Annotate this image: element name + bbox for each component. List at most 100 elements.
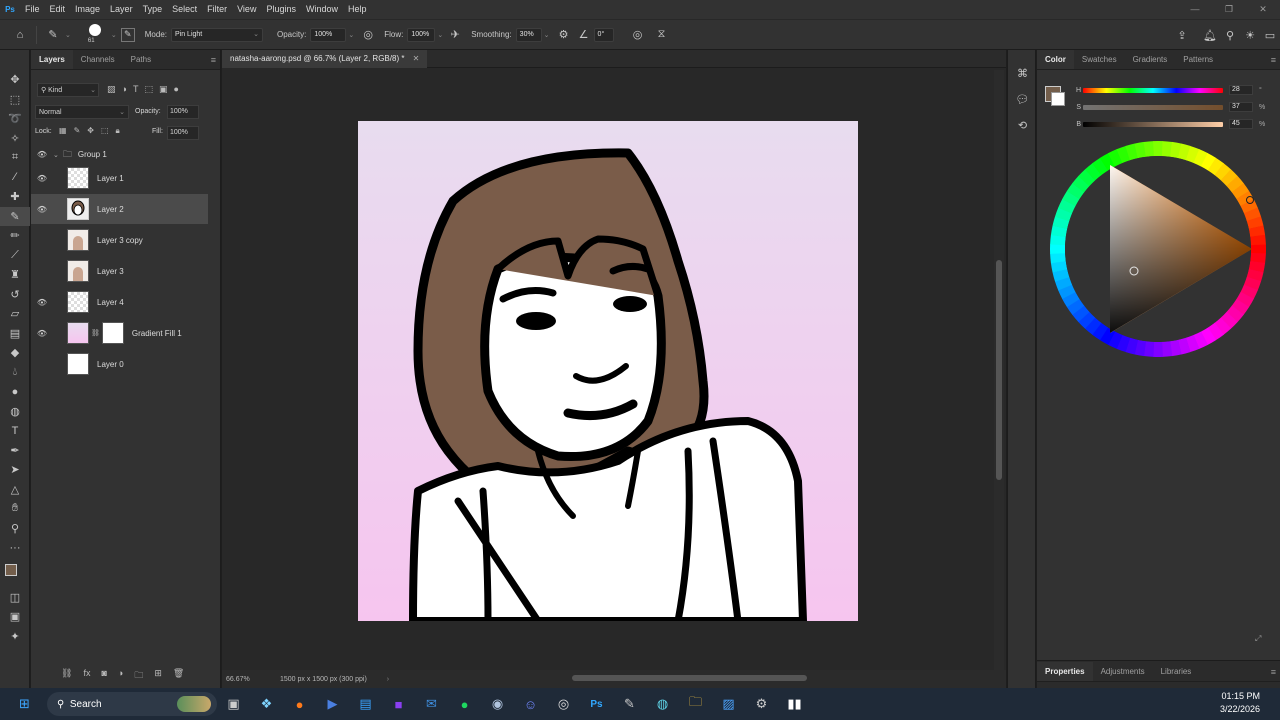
notepad-icon[interactable]: ▤ bbox=[349, 688, 382, 720]
visibility-eye-icon[interactable]: 👁︎ bbox=[31, 174, 53, 183]
layer-filter-dropdown[interactable]: ⚲ Kind ⌄ bbox=[37, 83, 99, 97]
menu-layer[interactable]: Layer bbox=[105, 0, 138, 19]
menu-edit[interactable]: Edit bbox=[45, 0, 71, 19]
tab-patterns[interactable]: Patterns bbox=[1175, 50, 1221, 69]
screen-mode-icon[interactable]: ▣ bbox=[0, 607, 30, 627]
hue-ring-segment[interactable] bbox=[1250, 244, 1266, 254]
tab-color[interactable]: Color bbox=[1037, 50, 1074, 69]
file-explorer-icon[interactable]: 🗀︎ bbox=[679, 688, 712, 720]
tab-swatches[interactable]: Swatches bbox=[1074, 50, 1125, 69]
menu-help[interactable]: Help bbox=[343, 0, 372, 19]
object-selection-tool-icon[interactable]: ✧ bbox=[0, 129, 30, 149]
color-swatches[interactable] bbox=[0, 558, 30, 588]
task-view-icon[interactable]: ▣ bbox=[217, 688, 250, 720]
vertical-scrollbar[interactable] bbox=[994, 70, 1004, 670]
document-info[interactable]: 1500 px x 1500 px (300 ppi) bbox=[280, 676, 367, 683]
tab-adjustments[interactable]: Adjustments bbox=[1093, 662, 1153, 681]
tab-gradients[interactable]: Gradients bbox=[1125, 50, 1176, 69]
bell-icon[interactable]: 🔔︎ bbox=[1200, 25, 1220, 45]
history-brush-tool-icon[interactable]: ↺ bbox=[0, 285, 30, 305]
hue-ring-segment[interactable] bbox=[1050, 244, 1066, 254]
steam-icon[interactable]: ◉ bbox=[481, 688, 514, 720]
paint-bucket-tool-icon[interactable]: ◆ bbox=[0, 343, 30, 363]
pen-tablet-icon[interactable]: ✎ bbox=[613, 688, 646, 720]
photos-icon[interactable]: ▨ bbox=[712, 688, 745, 720]
brush-tool-icon[interactable]: ✎ bbox=[0, 206, 30, 226]
layer-row-layer-1[interactable]: 👁︎ Layer 1 bbox=[31, 163, 208, 193]
tab-libraries[interactable]: Libraries bbox=[1153, 662, 1200, 681]
layer-row-layer-4[interactable]: 👁︎ Layer 4 bbox=[31, 287, 208, 317]
brush-settings-icon[interactable]: ✎ bbox=[120, 27, 135, 42]
new-group-icon[interactable]: 🗀︎ bbox=[134, 668, 143, 684]
lock-position-icon[interactable]: ✥ bbox=[87, 126, 94, 136]
visibility-eye-icon[interactable]: 👁︎ bbox=[31, 329, 53, 338]
menu-select[interactable]: Select bbox=[167, 0, 202, 19]
adjustment-filter-icon[interactable]: ◑ bbox=[122, 84, 127, 95]
chevron-down-icon[interactable]: ⌄ bbox=[111, 31, 117, 39]
fill-field[interactable]: 100% bbox=[167, 126, 199, 140]
move-tool-icon[interactable]: ✥ bbox=[0, 70, 30, 90]
lasso-tool-icon[interactable]: ➰ bbox=[0, 109, 30, 129]
add-mask-icon[interactable]: ◙ bbox=[101, 668, 106, 684]
eraser-tool-icon[interactable]: ▱ bbox=[0, 304, 30, 324]
link-icon[interactable]: ⛓ bbox=[91, 329, 100, 337]
shape-tool-icon[interactable]: △ bbox=[0, 480, 30, 500]
delete-layer-icon[interactable]: 🗑︎ bbox=[173, 668, 184, 684]
menu-plugins[interactable]: Plugins bbox=[261, 0, 301, 19]
visibility-eye-icon[interactable]: 👁︎ bbox=[31, 150, 53, 159]
angle-field[interactable]: 0° bbox=[593, 27, 614, 42]
panel-menu-icon[interactable]: ≡ bbox=[211, 55, 216, 65]
taskbar-clock[interactable]: 01:15 PM 3/22/2026 bbox=[1220, 690, 1260, 716]
tab-properties[interactable]: Properties bbox=[1037, 662, 1093, 681]
panel-menu-icon[interactable]: ≡ bbox=[1271, 55, 1276, 65]
smart-object-filter-icon[interactable]: ▣ bbox=[159, 84, 168, 95]
menu-file[interactable]: File bbox=[20, 0, 45, 19]
dodge-tool-icon[interactable]: ● bbox=[0, 382, 30, 402]
pressure-size-icon[interactable]: ◎ bbox=[628, 25, 648, 45]
generate-icon[interactable]: ✦ bbox=[0, 627, 30, 647]
canvas[interactable] bbox=[358, 121, 858, 621]
tab-channels[interactable]: Channels bbox=[73, 50, 123, 69]
chevron-down-icon[interactable]: ⌄ bbox=[348, 31, 354, 39]
video-editor-icon[interactable]: ■ bbox=[382, 688, 415, 720]
obs-icon[interactable]: ◎ bbox=[547, 688, 580, 720]
blur-tool-icon[interactable]: 💧︎ bbox=[0, 363, 30, 383]
marquee-tool-icon[interactable]: ⬚ bbox=[0, 90, 30, 110]
lock-image-icon[interactable]: ✎ bbox=[74, 126, 81, 136]
visibility-eye-icon[interactable]: 👁︎ bbox=[31, 298, 53, 307]
layer-row-gradient-fill-1[interactable]: 👁︎ ⛓ Gradient Fill 1 bbox=[31, 318, 208, 348]
close-icon[interactable]: ✕ bbox=[1246, 0, 1280, 19]
powershell-icon[interactable]: ▶ bbox=[316, 688, 349, 720]
search-icon[interactable]: ⚲ bbox=[1220, 25, 1240, 45]
mode-dropdown[interactable]: Pin Light ⌄ bbox=[170, 27, 263, 42]
smoothing-options-gear-icon[interactable]: ⚙ bbox=[554, 25, 574, 45]
layer-mask-thumbnail[interactable] bbox=[101, 322, 124, 344]
color-wheel[interactable] bbox=[1047, 138, 1269, 362]
share-icon[interactable]: ⇪ bbox=[1172, 25, 1192, 45]
chevron-down-icon[interactable]: ⌄ bbox=[544, 31, 550, 39]
eyedropper-tool-icon[interactable]: ⁄ bbox=[0, 168, 30, 188]
layer-row-layer-0[interactable]: Layer 0 bbox=[31, 349, 208, 379]
menu-image[interactable]: Image bbox=[70, 0, 105, 19]
comments-panel-icon[interactable]: 💬︎ bbox=[1008, 86, 1037, 112]
menu-window[interactable]: Window bbox=[301, 0, 343, 19]
taskbar-search[interactable]: ⚲ Search bbox=[47, 692, 217, 716]
learn-lightbulb-icon[interactable]: ☀ bbox=[1240, 25, 1260, 45]
firefox-icon[interactable]: ● bbox=[283, 688, 316, 720]
brightness-value-field[interactable]: 45 bbox=[1229, 119, 1253, 129]
brush-tool-preset-icon[interactable]: ✎ bbox=[43, 25, 63, 45]
airbrush-icon[interactable]: ✈ bbox=[445, 25, 465, 45]
lock-artboard-icon[interactable]: ⬚ bbox=[101, 126, 109, 136]
type-tool-icon[interactable]: T bbox=[0, 421, 30, 441]
chevron-down-icon[interactable]: ⌄ bbox=[65, 31, 71, 39]
symmetry-butterfly-icon[interactable]: ⧖ bbox=[652, 25, 672, 45]
hue-slider[interactable] bbox=[1083, 87, 1223, 93]
layer-row-layer-3-copy[interactable]: Layer 3 copy bbox=[31, 225, 208, 255]
history-panel-icon[interactable]: ⟲ bbox=[1008, 112, 1037, 138]
saturation-slider[interactable] bbox=[1083, 104, 1223, 110]
clone-stamp-tool-icon[interactable]: ♜ bbox=[0, 265, 30, 285]
close-tab-icon[interactable]: ✕ bbox=[413, 54, 420, 63]
smoothing-field[interactable]: 30% bbox=[515, 27, 542, 42]
layer-opacity-field[interactable]: 100% bbox=[167, 105, 199, 119]
path-selection-tool-icon[interactable]: ➤ bbox=[0, 460, 30, 480]
